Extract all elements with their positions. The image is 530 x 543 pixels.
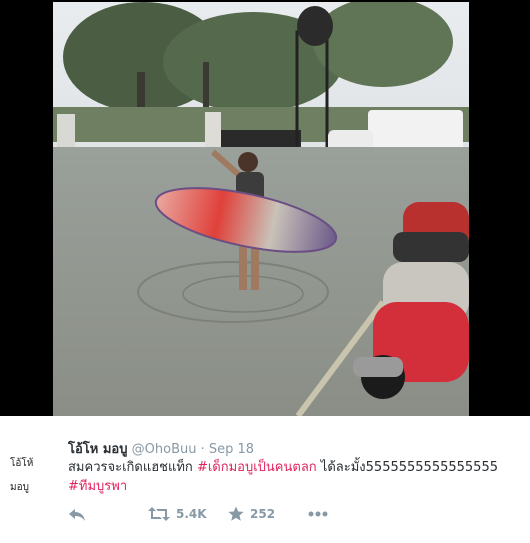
like-button[interactable]: 252	[228, 504, 275, 524]
display-name[interactable]: โอ้โห มอบู	[68, 442, 128, 457]
star-icon	[228, 506, 244, 521]
like-count: 252	[250, 507, 276, 521]
tweet-text: สมควรจะเกิดแฮชแท็ก #เด็กมอบูเป็นคนตลก ได…	[68, 458, 518, 496]
retweet-button[interactable]: 5.4K	[148, 504, 207, 524]
hashtag-link-2[interactable]: #ทีมบูรพา	[68, 479, 127, 494]
retweet-count: 5.4K	[176, 507, 207, 521]
separator-dot: ·	[200, 442, 205, 457]
reply-icon	[69, 509, 85, 521]
more-icon	[308, 511, 328, 517]
flood-surfboard-photo	[53, 2, 469, 416]
tweet-photo[interactable]	[0, 0, 530, 416]
tweet-date[interactable]: Sep 18	[209, 442, 254, 457]
hashtag-link[interactable]: #เด็กมอบูเป็นคนตลก	[197, 460, 317, 475]
tweet-text-main: สมควรจะเกิดแฮชแท็ก	[68, 460, 197, 475]
more-button[interactable]	[308, 504, 328, 524]
retweet-icon	[148, 507, 170, 521]
tweet-actions: 5.4K 252	[68, 504, 368, 524]
tweet-card: โอ้โห้ มอบู โอ้โห มอบู @OhoBuu · Sep 18 …	[0, 416, 530, 543]
tweet-header: โอ้โห มอบู @OhoBuu · Sep 18	[68, 438, 254, 459]
tweet-text-after: ได้ละมั้ง5555555555555555	[316, 460, 498, 475]
user-handle[interactable]: @OhoBuu	[132, 442, 197, 457]
reply-button[interactable]	[68, 504, 86, 524]
avatar[interactable]: โอ้โห้ มอบู	[10, 452, 54, 493]
